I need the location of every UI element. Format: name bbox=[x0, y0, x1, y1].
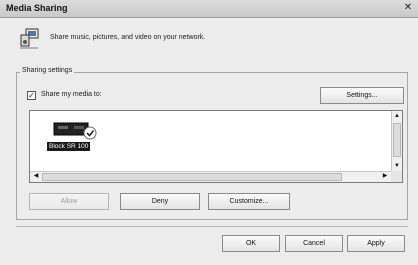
title-bar[interactable]: Media Sharing ✕ bbox=[0, 0, 418, 18]
window-title: Media Sharing bbox=[6, 3, 68, 13]
device-item-block-sr-100[interactable]: Block SR 100 bbox=[47, 142, 91, 151]
scroll-up-icon[interactable]: ▲ bbox=[392, 112, 402, 121]
sharing-settings-label: Sharing settings bbox=[20, 67, 75, 74]
media-sharing-dialog: Media Sharing ✕ Share music, pictures, a… bbox=[0, 0, 418, 265]
customize-button[interactable]: Customize... bbox=[208, 193, 290, 210]
ok-button[interactable]: OK bbox=[222, 235, 280, 252]
deny-button[interactable]: Deny bbox=[120, 193, 200, 210]
media-sharing-icon bbox=[20, 28, 39, 49]
media-receiver-icon bbox=[53, 122, 97, 140]
allow-button[interactable]: Allow bbox=[29, 193, 109, 210]
horizontal-scroll-thumb[interactable] bbox=[42, 173, 342, 181]
device-list[interactable]: Block SR 100 ▲ ▼ ◀ ▶ bbox=[29, 110, 403, 183]
share-media-checkbox[interactable]: ✓ bbox=[27, 91, 36, 100]
scroll-down-icon[interactable]: ▼ bbox=[392, 162, 402, 171]
close-icon[interactable]: ✕ bbox=[401, 1, 415, 15]
share-media-label[interactable]: Share my media to: bbox=[41, 91, 102, 98]
scroll-right-icon[interactable]: ▶ bbox=[380, 172, 390, 181]
scroll-left-icon[interactable]: ◀ bbox=[31, 172, 41, 181]
cancel-button[interactable]: Cancel bbox=[285, 235, 343, 252]
vertical-scroll-thumb[interactable] bbox=[393, 123, 401, 157]
vertical-scrollbar[interactable]: ▲ ▼ bbox=[391, 111, 402, 172]
horizontal-scrollbar[interactable]: ◀ ▶ bbox=[30, 171, 391, 182]
footer-separator bbox=[16, 226, 408, 227]
scrollbar-corner bbox=[391, 171, 402, 182]
apply-button[interactable]: Apply bbox=[347, 235, 405, 252]
header-description: Share music, pictures, and video on your… bbox=[50, 34, 206, 41]
settings-button[interactable]: Settings... bbox=[320, 87, 404, 104]
